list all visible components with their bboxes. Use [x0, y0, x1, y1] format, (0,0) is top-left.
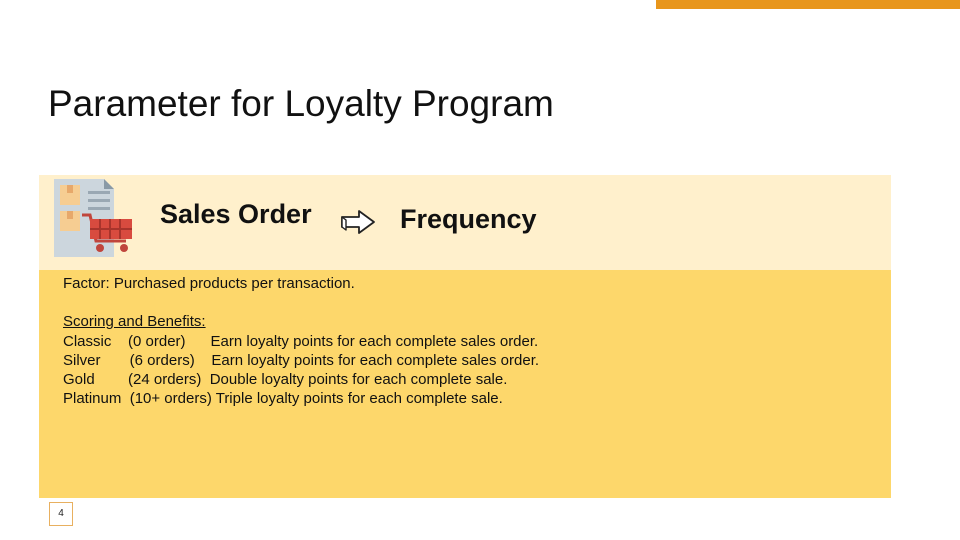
page-number: 4: [49, 502, 73, 526]
frequency-label: Frequency: [400, 204, 537, 234]
tier-classic: Classic (0 order) Earn loyalty points fo…: [63, 332, 539, 350]
sales-order-label: Sales Order: [160, 199, 312, 229]
top-accent-bar: [656, 0, 960, 9]
tier-platinum: Platinum (10+ orders) Triple loyalty poi…: [63, 390, 503, 408]
loyalty-content: Factor: Purchased products per transacti…: [63, 274, 539, 408]
tier-gold: Gold (24 orders) Double loyalty points f…: [63, 370, 508, 388]
slide: Parameter for Loyalty Program Sales Orde…: [0, 0, 960, 540]
right-arrow-outline-icon: [341, 210, 375, 234]
scoring-heading: Scoring and Benefits:: [63, 313, 206, 331]
slide-title: Parameter for Loyalty Program: [48, 83, 554, 124]
factor-text: Factor: Purchased products per transacti…: [63, 275, 355, 292]
tier-silver: Silver (6 orders) Earn loyalty points fo…: [63, 351, 540, 369]
sales-order-cart-icon: [54, 179, 132, 257]
